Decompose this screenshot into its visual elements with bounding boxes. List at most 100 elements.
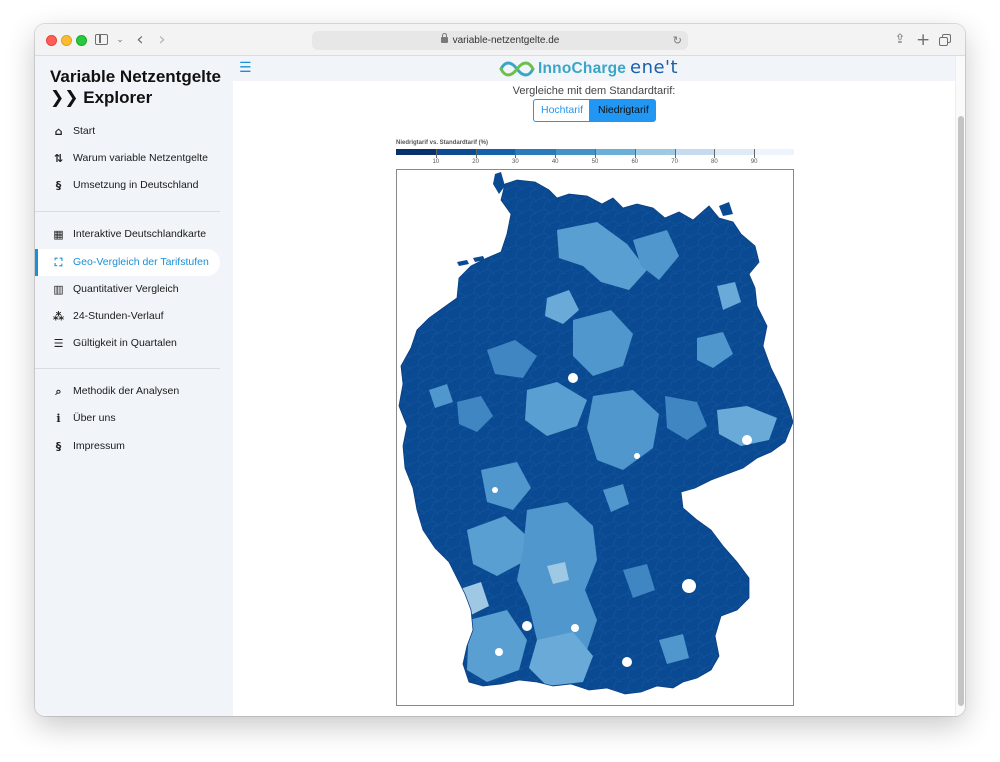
app-title-line1: Variable Netzentgelte <box>50 67 222 86</box>
legend-tick-label: 30 <box>512 159 519 165</box>
sidebar-item-label: Umsetzung in Deutschland <box>73 179 199 191</box>
legend-tick-label: 10 <box>432 159 440 165</box>
reload-icon[interactable]: ↻ <box>673 31 682 50</box>
legend-swatch <box>594 149 635 155</box>
app-title-line2-text: Explorer <box>83 88 153 107</box>
back-icon[interactable]: ‹ <box>133 31 147 49</box>
legend-tick-mark <box>714 149 716 158</box>
frame-corners-icon: ⛶ <box>54 256 63 269</box>
legend-tick-label: 40 <box>551 159 559 165</box>
sidebar-item-umsetzung[interactable]: § Umsetzung in Deutschland <box>35 172 220 199</box>
legend-swatch <box>475 149 516 155</box>
sidebar-item-gueltigkeit[interactable]: ☰ Gültigkeit in Quartalen <box>35 330 220 357</box>
double-chevron-icon: ❯❯ <box>50 88 79 108</box>
sidebar: Variable Netzentgelte ❯❯ Explorer ⌂ Star… <box>35 56 233 716</box>
sidebar-item-deutschlandkarte[interactable]: ▦ Interaktive Deutschlandkarte <box>35 221 220 248</box>
sidebar-item-label: Geo-Vergleich der Tarifstufen <box>73 256 209 268</box>
sidebar-item-geo-vergleich[interactable]: ⛶ Geo-Vergleich der Tarifstufen <box>35 249 220 276</box>
legend-swatch <box>714 149 755 155</box>
legend-tick-mark <box>555 149 557 158</box>
sidebar-item-label: Gültigkeit in Quartalen <box>73 337 177 349</box>
sidebar-item-methodik[interactable]: ⌕ Methodik der Analysen <box>35 378 220 405</box>
legend-tick-label: 90 <box>750 159 758 165</box>
sidebar-divider <box>35 368 220 369</box>
germany-choropleth-map[interactable] <box>396 169 794 706</box>
zoom-window-button[interactable] <box>76 35 87 46</box>
germany-map-svg <box>398 172 794 695</box>
sidebar-item-label: Impressum <box>73 440 125 452</box>
innocharge-logo-symbol <box>499 61 535 77</box>
innocharge-logo-text: InnoCharge <box>538 60 627 77</box>
legend-swatch <box>674 149 715 155</box>
hochtarif-button[interactable]: Hochtarif <box>533 99 590 122</box>
legend-tick-mark <box>595 149 596 158</box>
paragraph-icon: § <box>55 179 62 192</box>
legend-swatch <box>555 149 595 155</box>
sidebar-item-label: Start <box>73 125 96 137</box>
vertical-scrollbar[interactable] <box>955 56 965 716</box>
legend-tick-mark <box>674 149 676 158</box>
minimize-window-button[interactable] <box>61 35 72 46</box>
niedrigtarif-button[interactable]: Niedrigtarif <box>590 99 656 122</box>
sidebar-item-label: Methodik der Analysen <box>73 385 180 397</box>
tariff-toggle-group: Hochtarif Niedrigtarif <box>533 99 656 122</box>
sidebar-item-label: Quantitativer Vergleich <box>73 283 179 295</box>
legend-title: Niedrigtarif vs. Standardtarif (%) <box>396 140 489 146</box>
app-title-line2: ❯❯ Explorer <box>50 87 230 109</box>
sidebar-item-24-stunden[interactable]: ⁂ 24-Stunden-Verlauf <box>35 303 220 330</box>
legend-tick-label: 80 <box>711 159 718 165</box>
legend-tick-label: 70 <box>671 159 678 165</box>
timeline-icon: ⁂ <box>52 310 65 323</box>
forward-icon[interactable]: › <box>155 31 169 49</box>
enet-logo[interactable]: ene't <box>630 57 678 78</box>
sidebar-item-start[interactable]: ⌂ Start <box>35 118 220 145</box>
legend-tick-mark <box>475 149 477 158</box>
legend-tick-label: 20 <box>472 159 479 165</box>
magnifier-icon: ⌕ <box>55 385 62 398</box>
sidebar-divider <box>35 211 220 212</box>
compare-label: Vergleiche mit dem Standardtarif: <box>512 85 676 97</box>
legend-swatch <box>754 149 794 155</box>
legend-tick-mark <box>435 149 437 158</box>
legend-tick-mark <box>515 149 517 158</box>
sidebar-toggle-icon[interactable] <box>95 31 109 49</box>
browser-window: ⌄ ‹ › variable-netzentgelte.de ↻ ⇪ + Var… <box>35 24 965 716</box>
map-legend: Niedrigtarif vs. Standardtarif (%) 10 20 3… <box>396 140 794 170</box>
info-icon: i <box>56 412 61 425</box>
sidebar-item-warum[interactable]: ⇅ Warum variable Netzentgelte <box>35 145 220 172</box>
sidebar-item-label: Warum variable Netzentgelte <box>73 152 209 164</box>
sidebar-item-impressum[interactable]: § Impressum <box>35 433 220 460</box>
legend-swatch <box>435 149 476 155</box>
legend-tick-label: 50 <box>591 159 599 165</box>
legend-tick-label: 60 <box>631 159 639 165</box>
scrollbar-thumb[interactable] <box>958 116 964 706</box>
map-icon: ▦ <box>53 228 64 241</box>
paragraph-icon: § <box>55 440 62 453</box>
chevron-down-icon[interactable]: ⌄ <box>115 31 125 49</box>
legend-swatch <box>634 149 675 155</box>
header-bar: ☰ InnoCharge ene't <box>233 56 955 81</box>
legend-tick-mark <box>754 149 756 158</box>
address-bar[interactable]: variable-netzentgelte.de ↻ <box>312 31 688 50</box>
tab-overview-icon[interactable] <box>939 31 953 49</box>
sidebar-item-ueber-uns[interactable]: i Über uns <box>35 405 220 432</box>
sidebar-item-label: Interaktive Deutschlandkarte <box>73 228 207 240</box>
new-tab-icon[interactable]: + <box>916 31 930 49</box>
innocharge-logo[interactable]: InnoCharge <box>499 59 627 79</box>
close-window-button[interactable] <box>46 35 57 46</box>
url-text: variable-netzentgelte.de <box>452 35 560 46</box>
sidebar-item-quantitativ[interactable]: ▥ Quantitativer Vergleich <box>35 276 220 303</box>
sidebar-item-label: 24-Stunden-Verlauf <box>73 310 164 322</box>
app-title[interactable]: Variable Netzentgelte ❯❯ Explorer <box>50 66 230 109</box>
legend-tick-mark <box>634 149 636 158</box>
share-icon[interactable]: ⇪ <box>893 31 907 49</box>
list-icon: ☰ <box>53 337 64 350</box>
browser-titlebar: ⌄ ‹ › variable-netzentgelte.de ↻ ⇪ + <box>35 24 965 56</box>
menu-icon[interactable]: ☰ <box>239 61 252 75</box>
legend-swatch <box>515 149 556 155</box>
legend-swatch <box>396 149 436 155</box>
home-icon: ⌂ <box>54 125 63 138</box>
main-content: ☰ InnoCharge ene't Vergleiche mit dem St… <box>233 56 965 716</box>
sidebar-item-label: Über uns <box>73 412 116 424</box>
lock-icon <box>440 33 448 43</box>
